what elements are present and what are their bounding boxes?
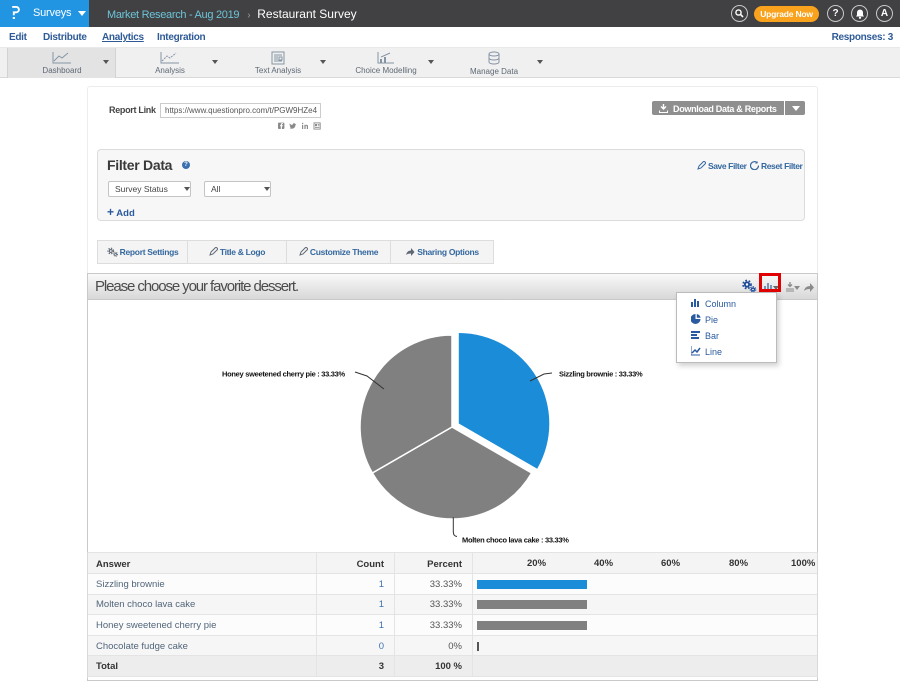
svg-text:Honey sweetened cherry pie : 3: Honey sweetened cherry pie : 33.33% [222, 370, 346, 379]
svg-text:Molten choco lava cake : 33.33: Molten choco lava cake : 33.33% [462, 536, 569, 545]
svg-text:Sizzling brownie : 33.33%: Sizzling brownie : 33.33% [559, 370, 643, 379]
